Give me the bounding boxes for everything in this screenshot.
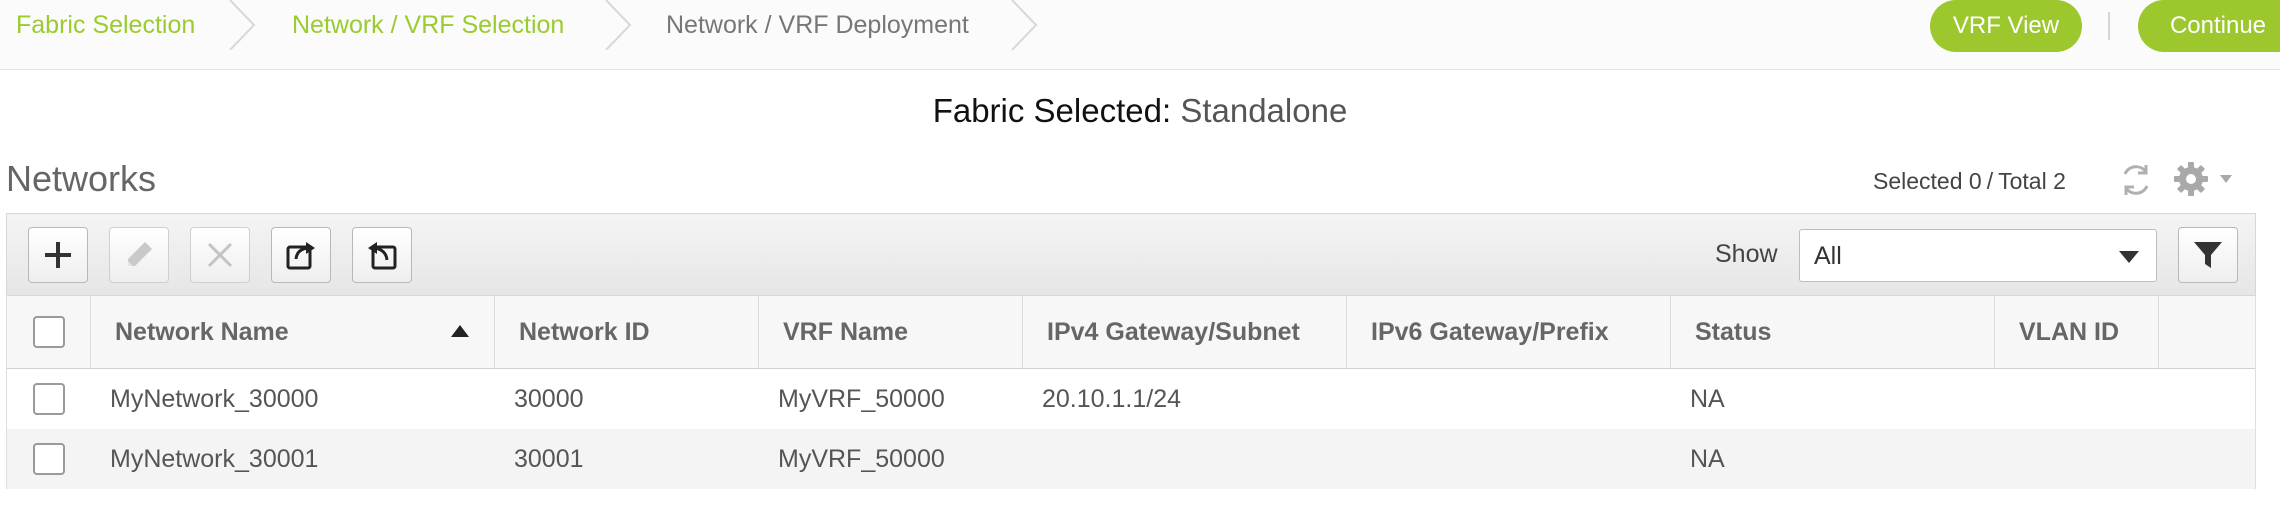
cell-network-id: 30001 [514, 445, 584, 473]
fabric-selected-title: Fabric Selected: Standalone [0, 92, 2280, 130]
continue-button[interactable]: Continue [2138, 0, 2280, 52]
cell-network-name: MyNetwork_30001 [110, 445, 319, 473]
row-checkbox[interactable] [33, 443, 65, 475]
cell-vrf-name: MyVRF_50000 [778, 445, 945, 473]
row-checkbox[interactable] [33, 383, 65, 415]
gear-icon[interactable] [2172, 160, 2210, 198]
select-all-cell [7, 296, 91, 369]
table-row[interactable]: MyNetwork_30000 30000 MyVRF_50000 20.10.… [7, 369, 2255, 429]
chevron-down-icon[interactable] [2218, 172, 2234, 186]
sort-ascending-icon [451, 325, 469, 337]
refresh-icon[interactable] [2116, 160, 2156, 200]
count-separator: / [1986, 168, 1994, 194]
add-button[interactable] [28, 227, 88, 283]
fabric-selected-value: Standalone [1180, 92, 1348, 129]
cell-network-name: MyNetwork_30000 [110, 385, 319, 413]
table-toolbar: Show All [6, 213, 2256, 295]
selection-count: Selected 0/Total 2 [1873, 168, 2066, 195]
pencil-icon [128, 242, 152, 266]
networks-title: Networks [6, 158, 157, 199]
selected-label: Selected [1873, 168, 1963, 194]
column-header-status[interactable]: Status [1671, 296, 1995, 369]
show-select-value: All [1814, 242, 1842, 270]
total-label: Total [1998, 168, 2047, 194]
x-icon [207, 242, 233, 268]
cell-network-id: 30000 [514, 385, 584, 413]
chevron-right-icon [224, 0, 258, 50]
column-header-ipv6-gateway[interactable]: IPv6 Gateway/Prefix [1347, 296, 1671, 369]
export-icon [286, 242, 315, 270]
breadcrumb-network-vrf-selection[interactable]: Network / VRF Selection [292, 0, 564, 50]
filter-button[interactable] [2178, 227, 2238, 283]
fabric-selected-label: Fabric Selected: [932, 92, 1172, 129]
plus-icon [45, 242, 71, 268]
show-select[interactable]: All [1799, 229, 2157, 282]
export-button[interactable] [271, 227, 331, 283]
breadcrumb-network-vrf-deployment: Network / VRF Deployment [666, 11, 969, 39]
cell-vrf-name: MyVRF_50000 [778, 385, 945, 413]
column-header-network-id[interactable]: Network ID [495, 296, 759, 369]
column-header-vrf-name[interactable]: VRF Name [759, 296, 1023, 369]
column-header-vlan-id[interactable]: VLAN ID [1995, 296, 2159, 369]
column-header-ipv4-gateway[interactable]: IPv4 Gateway/Subnet [1023, 296, 1347, 369]
top-bar: Fabric Selection Network / VRF Selection… [0, 0, 2280, 70]
chevron-right-icon [600, 0, 634, 50]
import-icon [368, 242, 397, 270]
delete-button[interactable] [190, 227, 250, 283]
total-count: 2 [2053, 168, 2066, 194]
chevron-down-icon [2119, 251, 2139, 263]
breadcrumb-fabric-selection[interactable]: Fabric Selection [16, 0, 195, 50]
column-label: Network Name [115, 318, 289, 346]
cell-status: NA [1690, 385, 1725, 413]
table-header: Network Name Network ID VRF Name IPv4 Ga… [7, 295, 2255, 369]
table-row[interactable]: MyNetwork_30001 30001 MyVRF_50000 NA [7, 429, 2255, 489]
column-header-network-name[interactable]: Network Name [91, 296, 495, 369]
select-all-checkbox[interactable] [33, 316, 65, 348]
vrf-view-button[interactable]: VRF View [1930, 0, 2082, 52]
selected-count: 0 [1968, 168, 1982, 194]
cell-status: NA [1690, 445, 1725, 473]
filter-icon [2194, 242, 2222, 268]
divider [2108, 12, 2110, 40]
show-label: Show [1715, 240, 1778, 268]
cell-ipv4-gateway: 20.10.1.1/24 [1042, 385, 1182, 413]
edit-button[interactable] [109, 227, 169, 283]
networks-table: Network Name Network ID VRF Name IPv4 Ga… [6, 295, 2256, 489]
chevron-right-icon [1006, 0, 1040, 50]
import-button[interactable] [352, 227, 412, 283]
